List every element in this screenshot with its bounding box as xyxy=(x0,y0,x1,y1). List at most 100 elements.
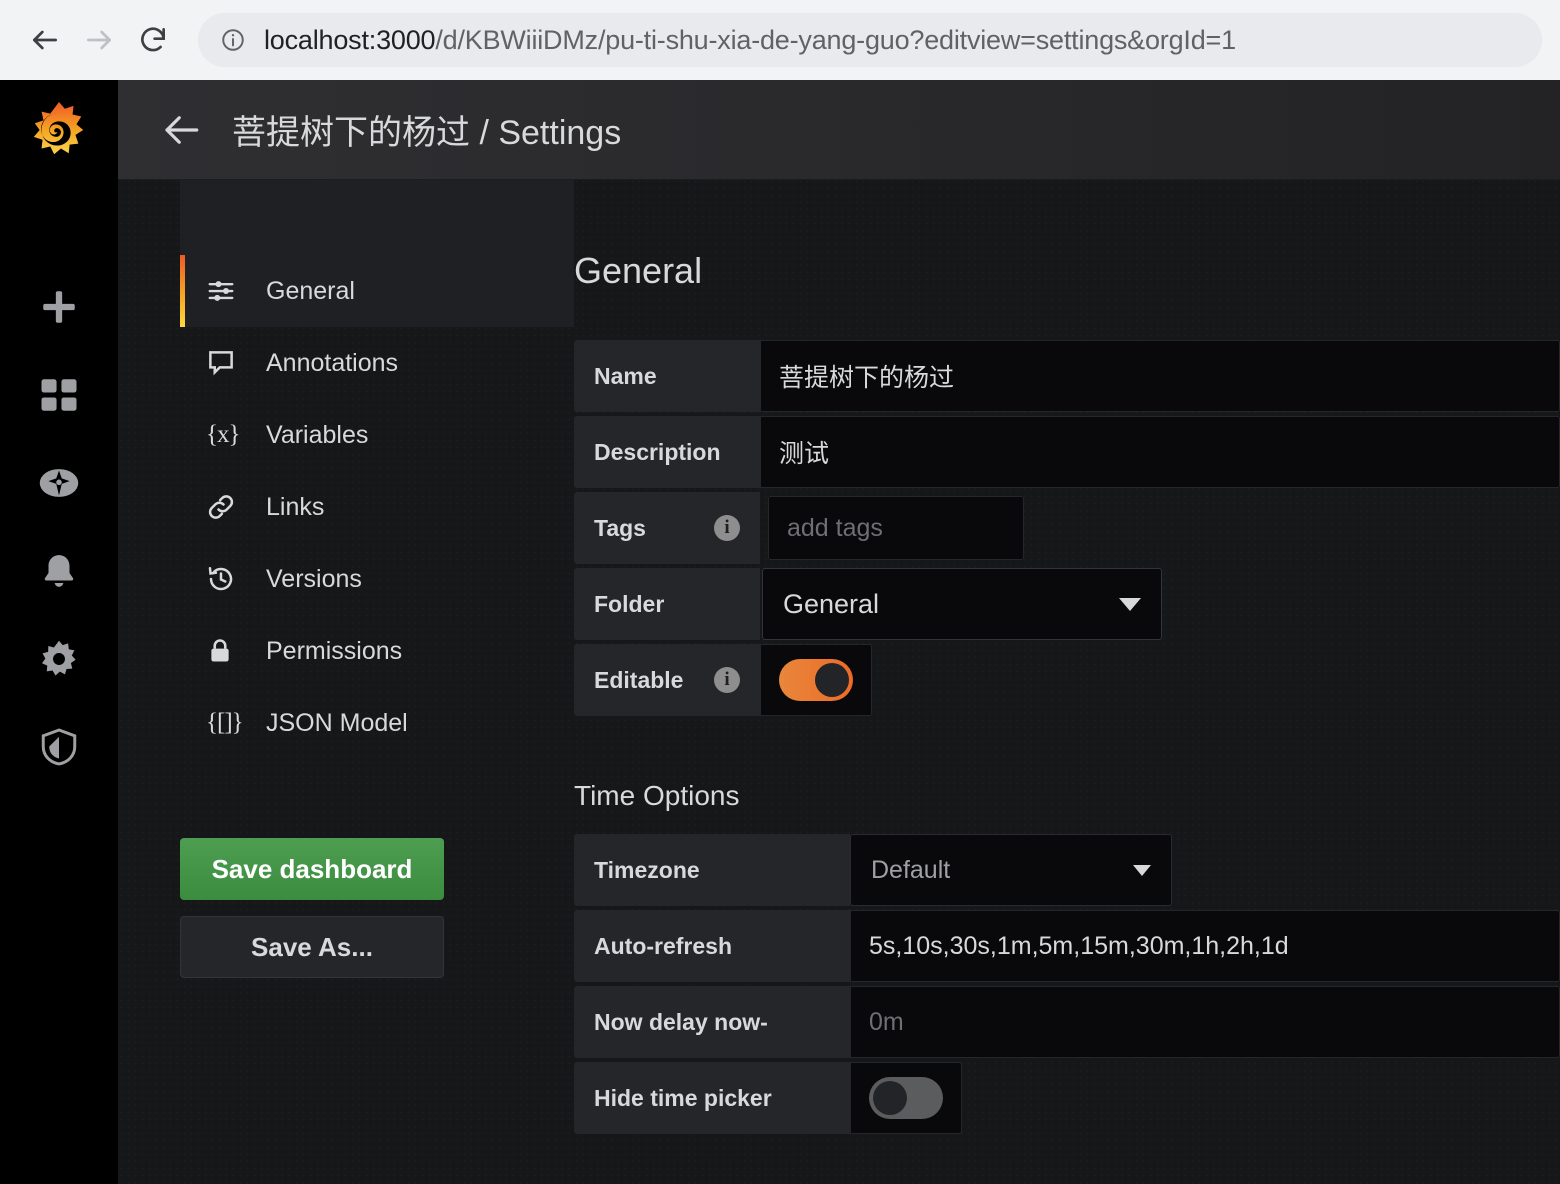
switch-knob xyxy=(873,1081,907,1115)
autorefresh-label: Auto-refresh xyxy=(574,910,850,982)
editable-info-icon[interactable]: i xyxy=(714,667,740,693)
folder-label: Folder xyxy=(574,568,760,640)
page-header: 菩提树下的杨过 / Settings xyxy=(118,80,1560,180)
bell-icon xyxy=(44,555,74,587)
address-bar[interactable]: localhost:3000/d/KBWiiiDMz/pu-ti-shu-xia… xyxy=(198,13,1542,67)
timezone-select-value: Default xyxy=(871,855,951,884)
hidetimepicker-toggle[interactable] xyxy=(850,1062,962,1134)
sidebar-item-configuration[interactable] xyxy=(0,615,118,703)
settings-nav-item-links[interactable]: Links xyxy=(180,471,574,543)
sidebar-item-create[interactable] xyxy=(0,263,118,351)
field-row-tags: Tags i add tags xyxy=(574,492,1560,564)
settings-nav-label-variables: Variables xyxy=(266,420,369,449)
chevron-down-icon xyxy=(1133,864,1151,876)
field-row-name: Name 菩提树下的杨过 xyxy=(574,340,1560,412)
app-sidebar xyxy=(0,80,118,1184)
editable-label-text: Editable xyxy=(594,666,684,693)
json-braces-icon: {[]} xyxy=(206,709,244,736)
chevron-down-icon xyxy=(1119,597,1141,611)
dashboards-grid-icon xyxy=(41,379,77,411)
field-row-hidetimepicker: Hide time picker xyxy=(574,1062,1560,1134)
sidebar-item-dashboards[interactable] xyxy=(0,351,118,439)
lock-icon xyxy=(206,637,250,665)
comment-icon xyxy=(206,348,250,378)
arrow-left-icon xyxy=(165,115,199,144)
info-circle-icon xyxy=(222,29,244,51)
general-heading: General xyxy=(574,250,703,291)
sidebar-item-alerting[interactable] xyxy=(0,527,118,615)
settings-nav-item-annotations[interactable]: Annotations xyxy=(180,327,574,399)
hidetimepicker-switch-off xyxy=(869,1077,943,1119)
settings-nav-label-versions: Versions xyxy=(266,564,362,593)
editable-switch-on xyxy=(779,659,853,701)
settings-nav-item-permissions[interactable]: Permissions xyxy=(180,615,574,687)
nowdelay-input[interactable]: 0m xyxy=(850,986,1560,1058)
editable-toggle[interactable] xyxy=(760,644,872,716)
description-label: Description xyxy=(574,416,760,488)
folder-select-value: General xyxy=(783,588,880,619)
browser-forward-button[interactable] xyxy=(72,13,126,67)
header-back-button[interactable] xyxy=(160,109,202,151)
dashboard-settings-page: 菩提树下的杨过 / Settings General Annotations {… xyxy=(118,80,1560,1184)
switch-knob xyxy=(815,663,849,697)
timezone-label: Timezone xyxy=(574,834,850,906)
settings-nav-item-json-model[interactable]: {[]} JSON Model xyxy=(180,687,574,759)
sidebar-item-server-admin[interactable] xyxy=(0,703,118,791)
timezone-select[interactable]: Default xyxy=(850,834,1172,906)
field-row-folder: Folder General xyxy=(574,568,1560,640)
field-row-editable: Editable i xyxy=(574,644,1560,716)
plus-icon xyxy=(43,291,75,323)
settings-content: General Name 菩提树下的杨过 Description 测试 Tags… xyxy=(574,250,1560,1138)
sliders-icon xyxy=(206,276,250,306)
browser-toolbar: localhost:3000/d/KBWiiiDMz/pu-ti-shu-xia… xyxy=(0,0,1560,80)
editable-label: Editable i xyxy=(574,644,760,716)
variables-braces-icon: {x} xyxy=(206,421,241,448)
back-arrow-icon xyxy=(33,30,57,50)
url-host: localhost:3000 xyxy=(264,24,436,55)
grafana-logo xyxy=(33,101,84,155)
history-icon xyxy=(206,564,250,594)
settings-nav: General Annotations {x} Variables Links xyxy=(180,255,574,759)
grafana-logo-button[interactable] xyxy=(28,100,90,167)
folder-select[interactable]: General xyxy=(762,568,1162,640)
url-text: localhost:3000/d/KBWiiiDMz/pu-ti-shu-xia… xyxy=(264,25,1236,56)
settings-nav-label-general: General xyxy=(266,276,355,305)
time-options-section: Time Options Timezone Default Auto-refre… xyxy=(574,780,1560,1134)
sidebar-item-explore[interactable] xyxy=(0,439,118,527)
settings-nav-label-annotations: Annotations xyxy=(266,348,399,377)
autorefresh-input[interactable]: 5s,10s,30s,1m,5m,15m,30m,1h,2h,1d xyxy=(850,910,1560,982)
nowdelay-label: Now delay now- xyxy=(574,986,850,1058)
description-input[interactable]: 测试 xyxy=(760,416,1560,488)
settings-panel-top xyxy=(180,180,574,255)
settings-nav-label-links: Links xyxy=(266,492,325,521)
url-path: /d/KBWiiiDMz/pu-ti-shu-xia-de-yang-guo?e… xyxy=(435,24,1236,55)
save-dashboard-button[interactable]: Save dashboard xyxy=(180,838,444,900)
field-row-timezone: Timezone Default xyxy=(574,834,1560,906)
field-row-autorefresh: Auto-refresh 5s,10s,30s,1m,5m,15m,30m,1h… xyxy=(574,910,1560,982)
settings-nav-item-general[interactable]: General xyxy=(180,255,574,327)
tags-label-text: Tags xyxy=(594,514,646,541)
forward-arrow-icon xyxy=(87,30,111,50)
field-row-nowdelay: Now delay now- 0m xyxy=(574,986,1560,1058)
settings-nav-label-permissions: Permissions xyxy=(266,636,403,665)
link-icon xyxy=(206,492,250,522)
hidetimepicker-label: Hide time picker xyxy=(574,1062,850,1134)
browser-reload-button[interactable] xyxy=(126,13,180,67)
name-label: Name xyxy=(574,340,760,412)
reload-icon xyxy=(141,27,165,52)
browser-back-button[interactable] xyxy=(18,13,72,67)
tags-input[interactable]: add tags xyxy=(768,496,1024,560)
gear-icon xyxy=(42,640,76,676)
settings-nav-item-variables[interactable]: {x} Variables xyxy=(180,399,574,471)
tags-label: Tags i xyxy=(574,492,760,564)
shield-icon xyxy=(41,728,77,766)
name-input[interactable]: 菩提树下的杨过 xyxy=(760,340,1560,412)
tags-info-icon[interactable]: i xyxy=(714,515,740,541)
settings-nav-label-json-model: JSON Model xyxy=(266,708,408,737)
save-as-button[interactable]: Save As... xyxy=(180,916,444,978)
field-row-description: Description 测试 xyxy=(574,416,1560,488)
save-actions: Save dashboard Save As... xyxy=(180,838,574,978)
settings-nav-item-versions[interactable]: Versions xyxy=(180,543,574,615)
compass-icon xyxy=(39,469,79,497)
page-title: 菩提树下的杨过 / Settings xyxy=(232,114,622,152)
